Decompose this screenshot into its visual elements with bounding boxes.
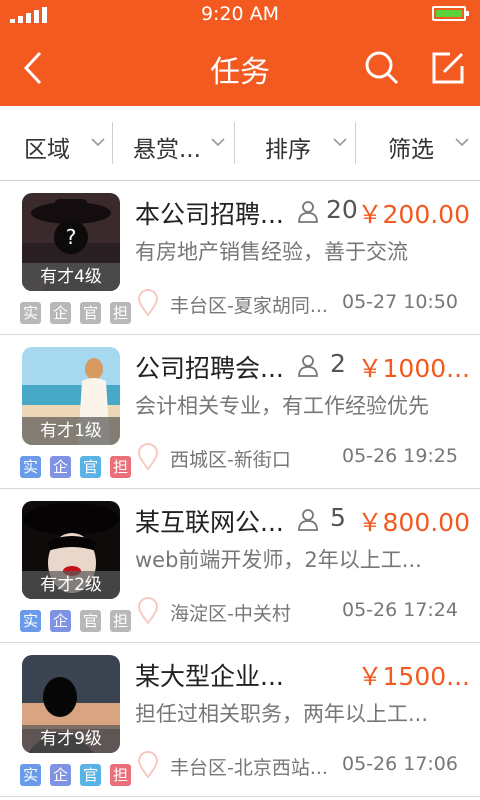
task-description: 会计相关专业，有工作经验优先 [135,394,429,418]
chevron-down-icon [91,138,105,147]
filter-bar: 区域 悬赏... 排序 筛选 [0,106,480,181]
location-pin-icon [137,443,159,471]
task-description: 有房地产销售经验，善于交流 [135,240,408,264]
filter-sort-label: 排序 [265,137,311,163]
badge-real: 实 [20,610,41,632]
participant-count: 20 [326,195,358,224]
badge-guarantee: 担 [110,302,131,324]
badge-guarantee: 担 [110,456,131,478]
badge-official: 官 [80,456,101,478]
badge-corp: 企 [50,610,71,632]
filter-reward-label: 悬赏... [133,137,201,163]
task-title: 某大型企业... [135,662,284,691]
list-item[interactable]: 有才2级 实 企 官 担 某互联网公... 5 ￥800.00 web前端开发师… [0,489,480,643]
avatar: ? 有才4级 [22,193,120,291]
task-time: 05-27 10:50 [341,291,458,313]
chevron-down-icon [211,138,225,147]
task-location: 海淀区-中关村 [170,603,291,625]
chevron-down-icon [333,138,347,147]
task-title: 某互联网公... [135,508,284,537]
participant-count: 5 [330,503,346,532]
badge-corp: 企 [50,764,71,786]
page-title: 任务 [210,55,270,90]
filter-screen[interactable]: 筛选 [356,106,480,180]
search-icon[interactable] [362,48,402,88]
list-item[interactable]: 有才9级 实 企 官 担 某大型企业... ￥1500... 担任过相关职务，两… [0,643,480,797]
list-item[interactable]: 有才1级 实 企 官 担 公司招聘会... 2 ￥1000... 会计相关专业，… [0,335,480,489]
badge-official: 官 [80,610,101,632]
battery-icon [432,6,469,21]
person-icon [298,201,318,223]
level-badge: 有才1级 [22,417,120,445]
status-bar: 9:20 AM [0,0,480,28]
svg-text:?: ? [66,225,77,249]
location-pin-icon [137,751,159,779]
filter-reward[interactable]: 悬赏... [113,106,235,180]
avatar: 有才1级 [22,347,120,445]
task-location: 西城区-新街口 [170,449,291,471]
reward-price: ￥800.00 [357,508,470,537]
participant-count: 2 [330,349,346,378]
reward-price: ￥1000... [357,354,470,383]
edit-icon[interactable] [428,48,468,88]
filter-region[interactable]: 区域 [0,106,113,180]
level-badge: 有才4级 [22,263,120,291]
task-location: 丰台区-夏家胡同... [170,295,328,317]
badge-official: 官 [80,764,101,786]
avatar: 有才2级 [22,501,120,599]
badge-official: 官 [80,302,101,324]
task-time: 05-26 19:25 [341,445,458,467]
task-title: 公司招聘会... [135,354,284,383]
person-icon [298,355,318,377]
badge-real: 实 [20,456,41,478]
task-title: 本公司招聘... [135,200,284,229]
reward-price: ￥200.00 [357,200,470,229]
task-description: 担任过相关职务，两年以上工... [135,702,429,726]
filter-screen-label: 筛选 [388,137,434,163]
task-time: 05-26 17:06 [341,753,458,775]
badge-real: 实 [20,302,41,324]
level-badge: 有才2级 [22,571,120,599]
location-pin-icon [137,597,159,625]
task-description: web前端开发师，2年以上工... [135,548,422,572]
list-item[interactable]: ? 有才4级 实 企 官 担 本公司招聘... 20 ￥200.00 有房地产销… [0,181,480,335]
person-icon [298,509,318,531]
task-location: 丰台区-北京西站... [170,757,328,779]
filter-sort[interactable]: 排序 [235,106,356,180]
badge-guarantee: 担 [110,764,131,786]
reward-price: ￥1500... [357,662,470,691]
badge-corp: 企 [50,456,71,478]
badge-real: 实 [20,764,41,786]
avatar: 有才9级 [22,655,120,753]
nav-bar: 任务 [0,28,480,106]
filter-region-label: 区域 [24,137,70,163]
badge-corp: 企 [50,302,71,324]
badge-guarantee: 担 [110,610,131,632]
level-badge: 有才9级 [22,725,120,753]
chevron-down-icon [455,138,469,147]
status-time: 9:20 AM [200,3,280,25]
task-time: 05-26 17:24 [341,599,458,621]
location-pin-icon [137,289,159,317]
